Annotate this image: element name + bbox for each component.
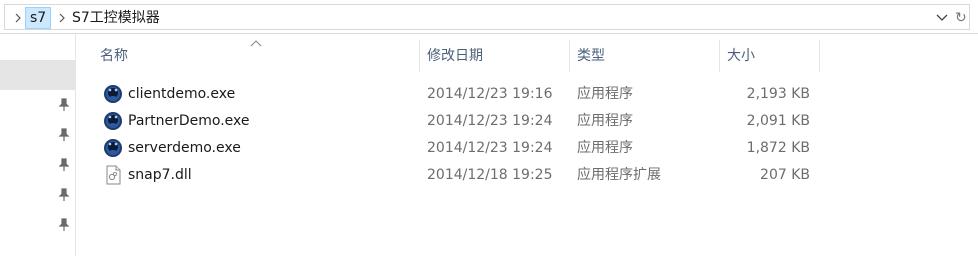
file-row[interactable]: snap7.dll 2014/12/18 19:25 应用程序扩展 207 KB <box>100 162 820 189</box>
app-exe-icon <box>103 138 123 158</box>
file-name[interactable]: snap7.dll <box>128 162 192 189</box>
file-type: 应用程序 <box>577 140 633 156</box>
breadcrumb-item-current[interactable]: S7工控模拟器 <box>72 8 160 28</box>
file-row[interactable]: serverdemo.exe 2014/12/23 19:24 应用程序 1,8… <box>100 135 820 162</box>
file-row[interactable]: PartnerDemo.exe 2014/12/23 19:24 应用程序 2,… <box>100 108 820 135</box>
chevron-right-icon[interactable] <box>13 10 23 26</box>
file-modified: 2014/12/23 19:24 <box>427 140 553 156</box>
column-header-type[interactable]: 类型 <box>569 40 719 72</box>
file-name[interactable]: PartnerDemo.exe <box>128 108 250 135</box>
app-exe-icon <box>103 111 123 131</box>
app-exe-icon <box>103 84 123 104</box>
column-header-size[interactable]: 大小 <box>719 40 819 72</box>
pin-icon[interactable] <box>58 128 70 142</box>
pin-icon[interactable] <box>58 188 70 202</box>
column-header-modified[interactable]: 修改日期 <box>419 40 569 72</box>
column-divider[interactable] <box>819 40 820 72</box>
column-header-name[interactable]: 名称 <box>92 40 419 72</box>
file-type: 应用程序 <box>577 86 633 102</box>
nav-item-selected[interactable] <box>0 60 75 90</box>
file-type: 应用程序 <box>577 113 633 129</box>
file-modified: 2014/12/18 19:25 <box>427 167 553 183</box>
refresh-icon[interactable]: ↻ <box>955 8 967 28</box>
file-size: 2,193 KB <box>746 86 810 102</box>
file-type: 应用程序扩展 <box>577 167 661 183</box>
pin-icon[interactable] <box>58 218 70 232</box>
pin-icon[interactable] <box>58 158 70 172</box>
file-name[interactable]: clientdemo.exe <box>128 81 235 108</box>
file-modified: 2014/12/23 19:24 <box>427 113 553 129</box>
file-size: 2,091 KB <box>746 113 810 129</box>
file-size: 207 KB <box>760 167 810 183</box>
chevron-right-icon[interactable] <box>57 10 67 26</box>
address-bar: s7 S7工控模拟器 ↻ <box>0 0 978 34</box>
breadcrumb-item-s7[interactable]: s7 <box>25 7 52 29</box>
file-name[interactable]: serverdemo.exe <box>128 135 241 162</box>
dll-file-icon <box>103 165 123 185</box>
pin-icon[interactable] <box>58 98 70 112</box>
navigation-pane <box>0 34 76 256</box>
address-box[interactable]: s7 S7工控模拟器 ↻ <box>4 4 970 30</box>
file-size: 1,872 KB <box>746 140 810 156</box>
chevron-down-icon[interactable] <box>935 11 949 25</box>
file-modified: 2014/12/23 19:16 <box>427 86 553 102</box>
file-row[interactable]: clientdemo.exe 2014/12/23 19:16 应用程序 2,1… <box>100 81 820 108</box>
